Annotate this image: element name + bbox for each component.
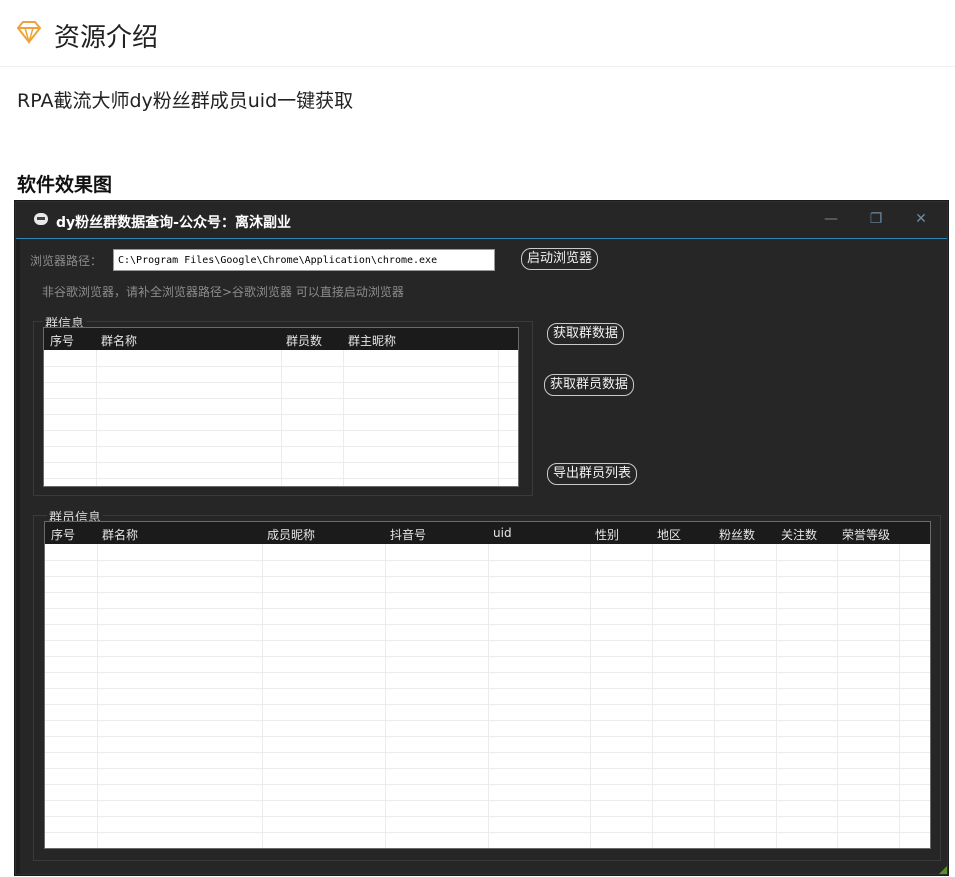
grid-line	[281, 350, 282, 486]
col-following: 关注数	[781, 528, 818, 542]
grid-line	[45, 656, 930, 657]
get-group-data-button[interactable]: 获取群数据	[547, 323, 625, 345]
grid-line	[44, 366, 518, 367]
intro-text: RPA截流大师dy粉丝群成员uid一键获取	[17, 90, 354, 112]
group-info-table[interactable]: 序号 群名称 群员数 群主昵称	[43, 327, 519, 487]
grid-line	[44, 430, 518, 431]
grid-line	[45, 592, 930, 593]
app-window: dy粉丝群数据查询-公众号：离沐副业 — ❐ ✕ 浏览器路径： C:\Progr…	[15, 201, 948, 875]
browser-hint: 非谷歌浏览器，请补全浏览器路径>谷歌浏览器 可以直接启动浏览器	[42, 285, 404, 299]
col-gender: 性别	[595, 528, 620, 542]
grid-line	[385, 544, 386, 848]
app-icon	[34, 213, 48, 225]
col-group-name: 群名称	[102, 528, 139, 542]
member-info-header: 序号 群名称 成员昵称 抖音号 uid 性别 地区 粉丝数 关注数 荣誉等级	[45, 522, 930, 544]
minimize-button[interactable]: —	[820, 209, 842, 229]
col-region: 地区	[657, 528, 682, 542]
launch-browser-button[interactable]: 启动浏览器	[521, 248, 599, 270]
grid-line	[652, 544, 653, 848]
col-owner-nickname: 群主昵称	[348, 334, 397, 348]
grid-line	[45, 720, 930, 721]
get-member-data-button[interactable]: 获取群员数据	[544, 374, 635, 396]
grid-line	[45, 832, 930, 833]
grid-line	[44, 478, 518, 479]
col-index: 序号	[50, 334, 75, 348]
section-heading: 软件效果图	[17, 174, 113, 196]
window-titlebar: dy粉丝群数据查询-公众号：离沐副业 — ❐ ✕	[16, 202, 947, 239]
grid-line	[45, 736, 930, 737]
grid-line	[45, 672, 930, 673]
grid-line	[45, 704, 930, 705]
col-douyin-id: 抖音号	[390, 528, 427, 542]
grid-line	[45, 768, 930, 769]
col-group-name: 群名称	[101, 334, 138, 348]
grid-line	[45, 752, 930, 753]
col-followers: 粉丝数	[719, 528, 756, 542]
header-title: 资源介绍	[54, 23, 159, 53]
grid-line	[776, 544, 777, 848]
browser-path-label: 浏览器路径：	[30, 254, 103, 268]
grid-line	[45, 784, 930, 785]
grid-line	[498, 350, 499, 486]
browser-path-input[interactable]: C:\Program Files\Google\Chrome\Applicati…	[113, 249, 495, 271]
grid-line	[488, 544, 489, 848]
group-info-header: 序号 群名称 群员数 群主昵称	[44, 328, 518, 350]
grid-line	[45, 688, 930, 689]
export-member-list-button[interactable]: 导出群员列表	[547, 463, 638, 485]
window-edge	[16, 202, 20, 874]
grid-line	[96, 350, 97, 486]
col-member-count: 群员数	[286, 334, 323, 348]
close-button[interactable]: ✕	[910, 209, 932, 229]
member-info-table[interactable]: 序号 群名称 成员昵称 抖音号 uid 性别 地区 粉丝数 关注数 荣誉等级	[44, 521, 931, 849]
grid-line	[590, 544, 591, 848]
col-member-nickname: 成员昵称	[267, 528, 316, 542]
grid-line	[899, 544, 900, 848]
grid-line	[45, 608, 930, 609]
restore-button[interactable]: ❐	[865, 209, 887, 229]
grid-line	[45, 640, 930, 641]
diamond-icon	[16, 21, 42, 44]
col-index: 序号	[51, 528, 76, 542]
resize-grip[interactable]	[939, 866, 947, 874]
grid-line	[45, 624, 930, 625]
grid-line	[44, 398, 518, 399]
col-honor-level: 荣誉等级	[842, 528, 891, 542]
grid-line	[837, 544, 838, 848]
grid-line	[44, 446, 518, 447]
grid-line	[44, 382, 518, 383]
section-header: 资源介绍	[0, 0, 955, 67]
grid-line	[45, 816, 930, 817]
grid-line	[44, 462, 518, 463]
grid-line	[44, 414, 518, 415]
grid-line	[97, 544, 98, 848]
grid-line	[45, 560, 930, 561]
grid-line	[343, 350, 344, 486]
col-uid: uid	[493, 526, 512, 540]
grid-line	[45, 576, 930, 577]
grid-line	[714, 544, 715, 848]
grid-line	[45, 800, 930, 801]
window-title: dy粉丝群数据查询-公众号：离沐副业	[56, 215, 291, 231]
grid-line	[262, 544, 263, 848]
